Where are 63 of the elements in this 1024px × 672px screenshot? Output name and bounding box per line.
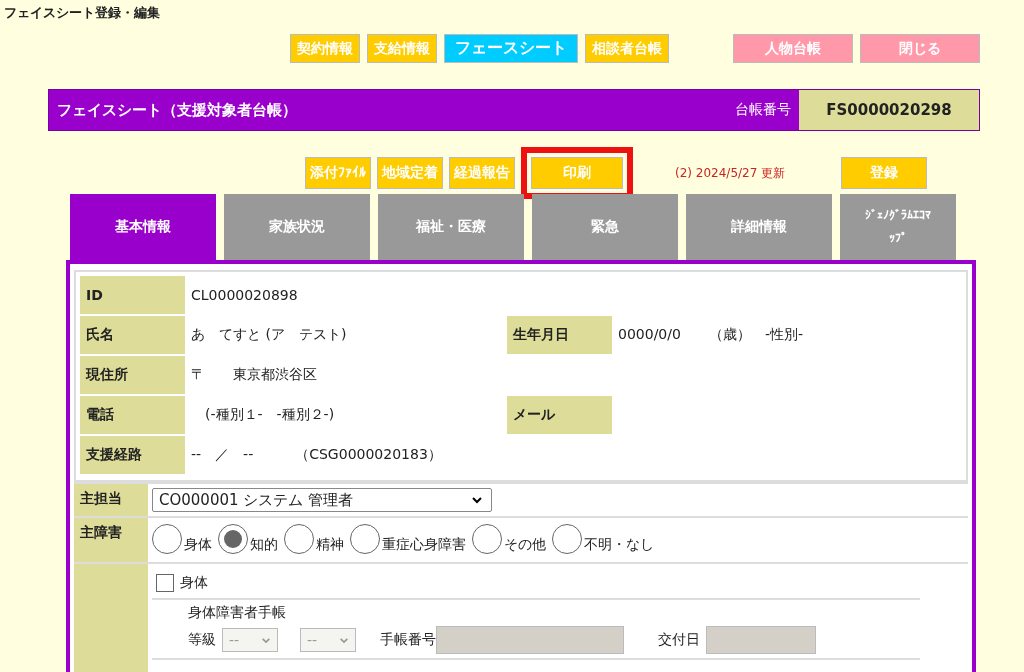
field-label: 氏名 <box>80 316 185 354</box>
radio-option[interactable]: 知的 <box>218 524 278 554</box>
field-label: 支援経路 <box>80 436 185 474</box>
grade-select[interactable]: -- <box>300 628 356 652</box>
ledger-number-label: 台帳番号 <box>735 101 792 119</box>
field-value: CL0000020898 <box>190 287 299 303</box>
tab[interactable]: 緊急 <box>532 194 678 260</box>
checkbox-label: 身体 <box>180 574 208 592</box>
chevron-down-icon <box>261 636 271 644</box>
radio-button[interactable] <box>218 524 248 554</box>
tab[interactable]: ｼﾞｪﾉｸﾞﾗﾑｴｺﾏｯﾌﾟ <box>840 194 956 260</box>
field-label: 主障害 <box>74 518 148 562</box>
field-value: (-種別１- -種別２-) <box>204 406 336 424</box>
action-button[interactable]: 経過報告 <box>449 157 515 189</box>
action-button[interactable]: 地域定着 <box>377 157 443 189</box>
field-label: ID <box>80 276 185 314</box>
tab[interactable]: 基本情報 <box>70 194 216 260</box>
field-label: 電話 <box>80 396 185 434</box>
field-value: あ てすと (ア テスト) <box>190 326 348 344</box>
chevron-down-icon <box>339 636 349 644</box>
tab[interactable]: 家族状況 <box>224 194 370 260</box>
radio-button[interactable] <box>152 524 182 554</box>
action-button[interactable]: 印刷 <box>531 157 623 189</box>
staff-select[interactable]: CO000001 システム 管理者 <box>152 488 492 512</box>
nav-button[interactable]: 閉じる <box>860 34 980 63</box>
grade-label: 等級 <box>188 631 216 649</box>
radio-button[interactable] <box>284 524 314 554</box>
radio-button[interactable] <box>350 524 380 554</box>
field-label: 現住所 <box>80 356 185 394</box>
tab[interactable]: 福祉・医療 <box>378 194 524 260</box>
nav-button[interactable]: 支給情報 <box>367 34 437 63</box>
number-label: 手帳番号 <box>380 631 436 649</box>
date-field[interactable] <box>706 626 816 654</box>
action-button[interactable]: 添付ﾌｧｲﾙ <box>305 157 371 189</box>
update-note: (2) 2024/5/27 更新 <box>675 164 786 182</box>
grade-select[interactable]: -- <box>222 628 278 652</box>
section-title: 身体障害者手帳 <box>188 604 287 622</box>
field-value: 0000/0/0 （歳） -性別- <box>617 326 804 344</box>
radio-option[interactable]: 重症心身障害 <box>350 524 466 554</box>
number-field[interactable] <box>436 626 624 654</box>
radio-button[interactable] <box>472 524 502 554</box>
field-label: メール <box>507 396 612 434</box>
page-title: フェイスシート登録・編集 <box>3 4 160 22</box>
nav-button[interactable]: 契約情報 <box>290 34 360 63</box>
nav-button[interactable]: 人物台帳 <box>733 34 853 63</box>
tab[interactable]: 詳細情報 <box>686 194 832 260</box>
header-title: フェイスシート（支援対象者台帳） <box>56 100 298 120</box>
radio-option[interactable]: 精神 <box>284 524 344 554</box>
nav-button[interactable]: 相談者台帳 <box>585 34 669 63</box>
ledger-number: FS0000020298 <box>799 90 979 130</box>
field-value: 〒 東京都渋谷区 <box>190 366 318 384</box>
date-label: 交付日 <box>658 631 700 649</box>
chevron-down-icon <box>471 496 483 504</box>
nav-button[interactable]: フェースシート <box>444 34 578 63</box>
field-value: -- ／ -- （CSG0000020183） <box>190 446 443 464</box>
radio-option[interactable]: 身体 <box>152 524 212 554</box>
save-button[interactable]: 登録 <box>841 157 928 189</box>
field-label: 主担当 <box>74 484 148 516</box>
field-label: 生年月日 <box>507 316 612 354</box>
radio-option[interactable]: その他 <box>472 524 546 554</box>
radio-option[interactable]: 不明・なし <box>552 524 654 554</box>
checkbox[interactable] <box>156 574 174 592</box>
radio-button[interactable] <box>552 524 582 554</box>
